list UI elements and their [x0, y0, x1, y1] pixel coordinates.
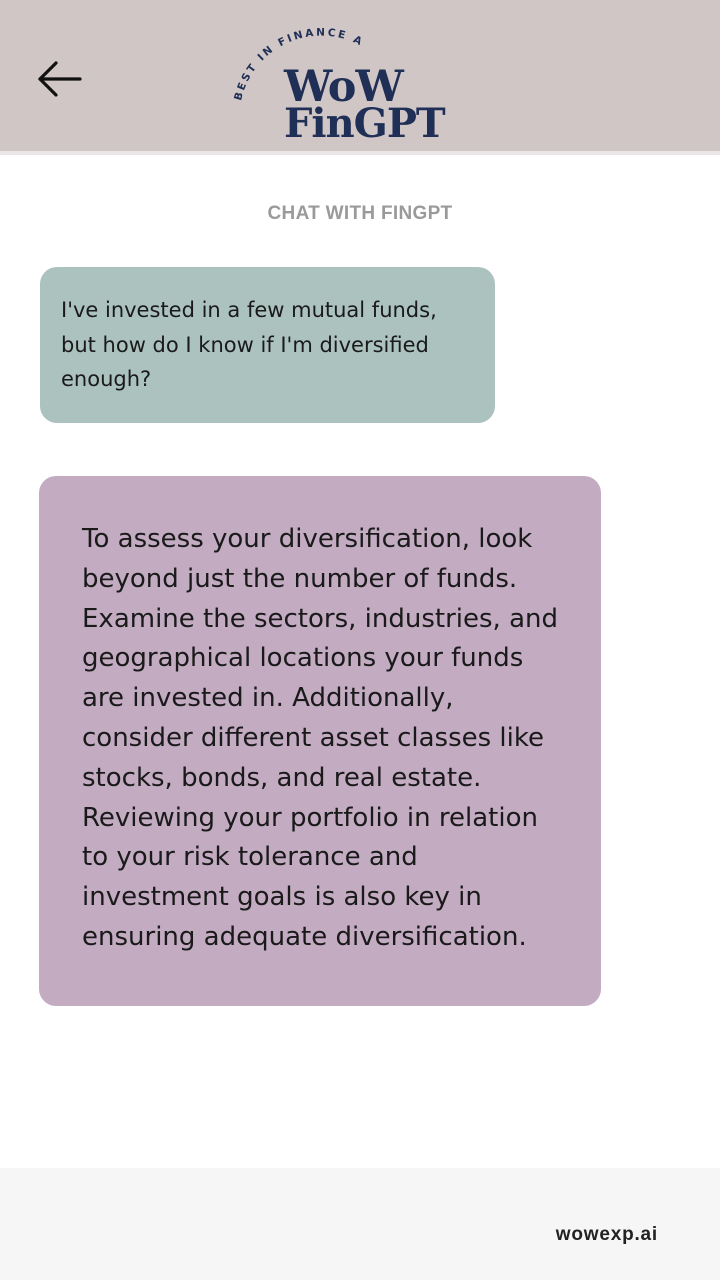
- footer: wowexp.ai: [0, 1168, 720, 1280]
- back-button[interactable]: [34, 56, 86, 102]
- footer-brand-link[interactable]: wowexp.ai: [556, 1224, 658, 1246]
- assistant-message-bubble: To assess your diversification, look bey…: [39, 476, 601, 1006]
- wow-fingpt-logo: BEST IN FINANCE ADVISORY WoW FinGPT: [222, 0, 472, 152]
- user-message-bubble: I've invested in a few mutual funds, but…: [40, 267, 495, 423]
- assistant-message-text: To assess your diversification, look bey…: [82, 524, 558, 952]
- arrow-left-icon: [38, 61, 82, 97]
- chat-title: CHAT WITH FINGPT: [267, 203, 453, 224]
- user-message-text: I've invested in a few mutual funds, but…: [61, 298, 437, 391]
- logo-title-line2: FinGPT: [284, 100, 446, 147]
- app-header: BEST IN FINANCE ADVISORY WoW FinGPT: [0, 0, 720, 155]
